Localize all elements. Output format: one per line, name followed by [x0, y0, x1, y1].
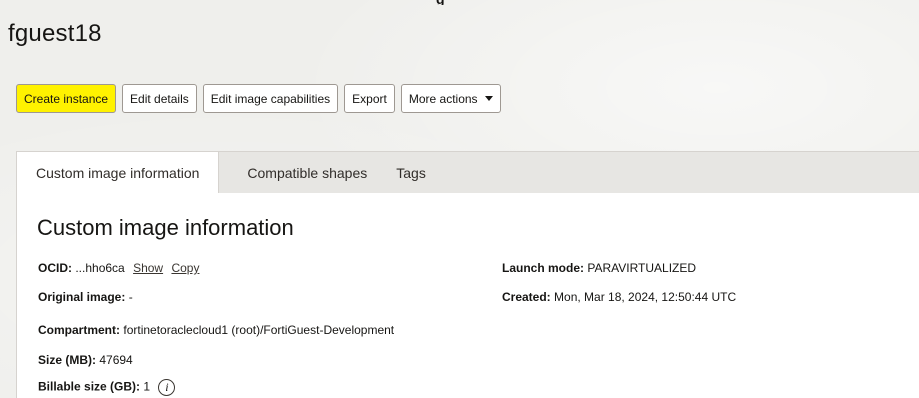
launch-mode-field: Launch mode: PARAVIRTUALIZED [502, 261, 696, 275]
ocid-value: ...hho6ca [75, 261, 125, 275]
compartment-value: fortinetoraclecloud1 (root)/FortiGuest-D… [123, 323, 395, 337]
tab-compatible-shapes[interactable]: Compatible shapes [219, 152, 367, 194]
edit-details-button[interactable]: Edit details [122, 84, 197, 113]
more-actions-button[interactable]: More actions [400, 84, 501, 113]
tab-tags[interactable]: Tags [367, 152, 426, 194]
created-field: Created: Mon, Mar 18, 2024, 12:50:44 UTC [502, 290, 736, 304]
ocid-label: OCID: [38, 261, 72, 275]
size-field: Size (MB): 47694 [38, 353, 133, 367]
created-label: Created: [502, 290, 551, 304]
tab-custom-image-information[interactable]: Custom image information [16, 152, 220, 194]
more-actions-label: More actions [408, 91, 478, 106]
page-title: fguest18 [8, 20, 102, 47]
launch-mode-value: PARAVIRTUALIZED [587, 261, 697, 275]
details-panel: Custom image information OCID: ...hho6ca… [16, 193, 919, 398]
caret-down-icon [484, 96, 493, 101]
copy-ocid-link[interactable]: Copy [171, 261, 199, 275]
tab-bar: Custom image information Compatible shap… [16, 151, 919, 194]
create-instance-button[interactable]: Create instance [16, 84, 117, 113]
compartment-label: Compartment: [38, 323, 121, 337]
original-image-field: Original image: - [38, 290, 133, 304]
billable-size-value: 1 [143, 379, 151, 394]
top-cut-text: g [0, 0, 919, 5]
section-title: Custom image information [37, 215, 294, 240]
billable-size-label: Billable size (GB): [38, 379, 141, 394]
original-image-label: Original image: [38, 290, 126, 304]
edit-image-capabilities-button[interactable]: Edit image capabilities [202, 84, 339, 113]
original-image-value: - [128, 290, 133, 304]
show-ocid-link[interactable]: Show [133, 261, 163, 275]
ocid-field: OCID: ...hho6ca Show Copy [38, 261, 199, 275]
created-value: Mon, Mar 18, 2024, 12:50:44 UTC [554, 290, 737, 304]
size-label: Size (MB): [38, 353, 96, 367]
export-button[interactable]: Export [344, 84, 395, 113]
action-toolbar: Create instance Edit details Edit image … [16, 84, 501, 113]
billable-size-field: Billable size (GB): 1 i [38, 379, 176, 396]
compartment-field: Compartment: fortinetoraclecloud1 (root)… [38, 323, 394, 337]
launch-mode-label: Launch mode: [502, 261, 585, 275]
size-value: 47694 [99, 353, 133, 367]
info-icon[interactable]: i [158, 379, 176, 396]
